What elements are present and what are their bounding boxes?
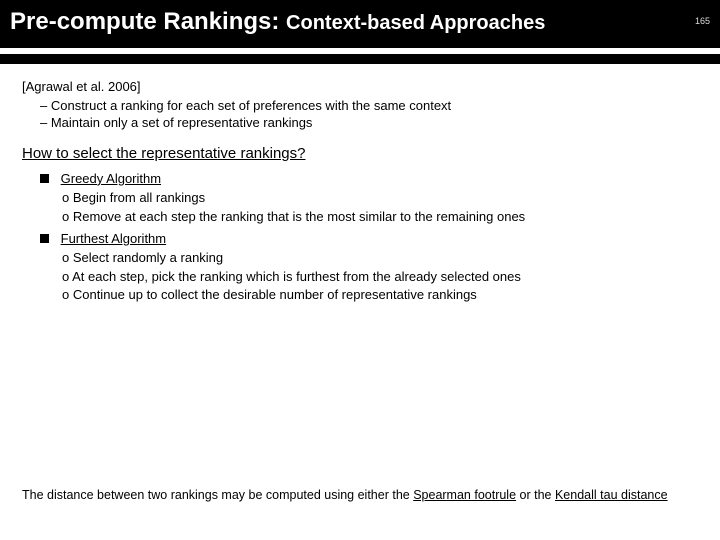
accent-bar (0, 54, 720, 64)
title-sub: Context-based Approaches (286, 12, 545, 34)
algorithm-name: Furthest Algorithm (61, 231, 167, 246)
step-item: At each step, pick the ranking which is … (62, 268, 698, 286)
step-item: Remove at each step the ranking that is … (62, 208, 698, 226)
foot-method-1: Spearman footrule (413, 488, 516, 502)
algorithm-list: Greedy Algorithm Begin from all rankings… (22, 170, 698, 304)
section-question: How to select the representative ranking… (22, 144, 698, 164)
footnote: The distance between two rankings may be… (0, 488, 720, 502)
algorithm-name: Greedy Algorithm (61, 171, 161, 186)
content: [Agrawal et al. 2006] Construct a rankin… (0, 64, 720, 318)
intro-item: Maintain only a set of representative ra… (40, 114, 698, 132)
step-item: Select randomly a ranking (62, 249, 698, 267)
foot-method-2: Kendall tau distance (555, 488, 668, 502)
title-bar: Pre-compute Rankings: Context-based Appr… (0, 0, 720, 48)
algorithm-item: Furthest Algorithm Select randomly a ran… (40, 230, 698, 304)
title-main: Pre-compute Rankings: (10, 8, 286, 35)
foot-text: The distance between two rankings may be… (22, 488, 413, 502)
step-list: Begin from all rankings Remove at each s… (40, 189, 698, 225)
page-number: 165 (695, 16, 710, 26)
citation: [Agrawal et al. 2006] (22, 78, 698, 96)
slide: Pre-compute Rankings: Context-based Appr… (0, 0, 720, 540)
step-item: Continue up to collect the desirable num… (62, 286, 698, 304)
step-item: Begin from all rankings (62, 189, 698, 207)
algorithm-item: Greedy Algorithm Begin from all rankings… (40, 170, 698, 226)
foot-text: or the (516, 488, 555, 502)
intro-list: Construct a ranking for each set of pref… (22, 97, 698, 132)
step-list: Select randomly a ranking At each step, … (40, 249, 698, 304)
intro-item: Construct a ranking for each set of pref… (40, 97, 698, 115)
